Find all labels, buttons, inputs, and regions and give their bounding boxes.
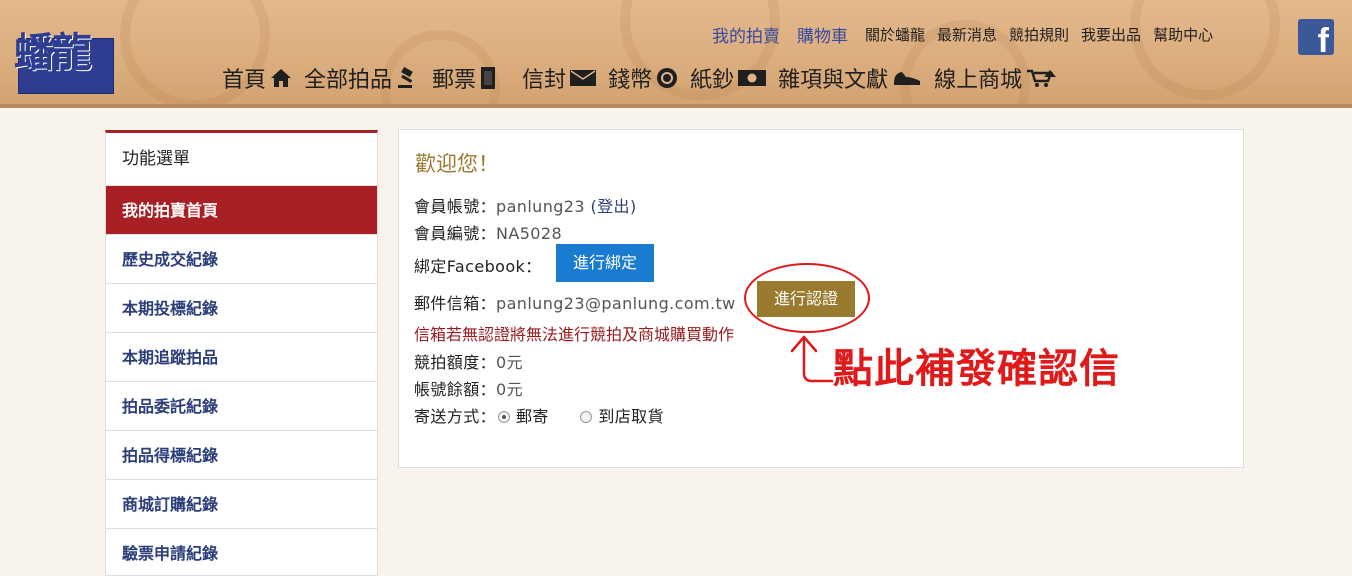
nav-all-lots-label: 全部拍品 (304, 68, 393, 93)
top-links: 我的拍賣 購物車 關於蟠龍 最新消息 競拍規則 我要出品 幫助中心 (712, 22, 1225, 47)
shipping-post-label[interactable]: 郵寄 (516, 407, 549, 426)
facebook-row: 綁定Facebook： (414, 253, 542, 277)
bid-quota-value: 0元 (496, 353, 523, 372)
nav-covers-label: 信封 (522, 68, 567, 93)
account-value: panlung23 (496, 197, 585, 216)
email-row: 郵件信箱：panlung23@panlung.com.tw (414, 290, 736, 314)
main-nav: 首頁 全部拍品 郵票 信封 錢幣 紙鈔 雜項與文獻 線上商城 (222, 62, 1068, 94)
annotation-text: 點此補發確認信 (833, 346, 1120, 392)
shipping-store-label[interactable]: 到店取貨 (598, 407, 664, 426)
rules-link[interactable]: 競拍規則 (1009, 24, 1069, 45)
cart-link[interactable]: 購物車 (797, 22, 848, 47)
nav-banknotes-label: 紙鈔 (690, 68, 735, 93)
nav-covers[interactable]: 信封 (522, 62, 597, 94)
menu-watched-lots[interactable]: 本期追蹤拍品 (106, 333, 377, 382)
facebook-icon[interactable]: f (1298, 19, 1334, 55)
menu-title: 功能選單 (106, 133, 377, 186)
nav-stamps-label: 郵票 (432, 68, 477, 93)
nav-misc[interactable]: 雜項與文獻 (778, 62, 922, 94)
menu-won-lots[interactable]: 拍品得標紀錄 (106, 431, 377, 480)
nav-banknotes[interactable]: 紙鈔 (690, 62, 767, 94)
logout-close-paren: ) (629, 197, 637, 216)
consign-link[interactable]: 我要出品 (1081, 24, 1141, 45)
shoe-icon (892, 69, 922, 87)
bind-facebook-button[interactable]: 進行綁定 (556, 244, 654, 282)
email-warning: 信箱若無認證將無法進行競拍及商城購買動作 (414, 325, 735, 344)
balance-row: 帳號餘額：0元 (414, 376, 523, 400)
welcome-heading: 歡迎您！ (415, 152, 499, 176)
shipping-label: 寄送方式： (414, 407, 497, 426)
balance-label: 帳號餘額： (414, 380, 497, 399)
account-label: 會員帳號： (414, 197, 497, 216)
menu-shop-orders[interactable]: 商城訂購紀錄 (106, 480, 377, 529)
site-header: 蟠龍 PAN-LUNG PHILATELIC 我的拍賣 購物車 關於蟠龍 最新消… (0, 0, 1352, 108)
shipping-store-radio[interactable] (580, 411, 593, 423)
help-link[interactable]: 幫助中心 (1153, 24, 1213, 45)
shipping-row: 寄送方式： 郵寄 到店取貨 (414, 403, 664, 427)
logout-link[interactable]: 登出 (597, 197, 630, 216)
envelope-icon (570, 70, 597, 86)
nav-coins[interactable]: 錢幣 (608, 62, 678, 94)
facebook-label: 綁定Facebook： (414, 257, 542, 276)
nav-coins-label: 錢幣 (608, 68, 653, 93)
menu-my-auction-home[interactable]: 我的拍賣首頁 (106, 186, 377, 235)
menu-current-bids[interactable]: 本期投標紀錄 (106, 284, 377, 333)
nav-shop[interactable]: 線上商城 (934, 62, 1057, 94)
bid-quota-row: 競拍額度：0元 (414, 349, 523, 373)
menu-expertise-requests[interactable]: 驗票申請紀錄 (106, 529, 377, 576)
email-value: panlung23@panlung.com.tw (496, 294, 736, 313)
banknote-icon (738, 70, 767, 86)
coin-icon (656, 67, 678, 89)
member-no-row: 會員編號：NA5028 (414, 220, 562, 244)
member-no-label: 會員編號： (414, 224, 497, 243)
logo-text: 蟠龍 (14, 29, 92, 76)
annotation-arrow-icon (790, 335, 834, 383)
news-link[interactable]: 最新消息 (937, 24, 997, 45)
nav-stamps[interactable]: 郵票 (432, 62, 496, 94)
function-menu: 功能選單 我的拍賣首頁 歷史成交紀錄 本期投標紀錄 本期追蹤拍品 拍品委託紀錄 … (105, 130, 378, 576)
nav-home[interactable]: 首頁 (222, 62, 292, 94)
bid-quota-label: 競拍額度： (414, 353, 497, 372)
logo-english-name: PAN-LUNG PHILATELIC (18, 84, 109, 93)
nav-all-lots[interactable]: 全部拍品 (304, 62, 420, 94)
shipping-post-radio[interactable] (498, 411, 511, 423)
cart-icon (1026, 68, 1057, 88)
email-label: 郵件信箱： (414, 294, 497, 313)
menu-history-deals[interactable]: 歷史成交紀錄 (106, 235, 377, 284)
my-auction-link[interactable]: 我的拍賣 (712, 22, 780, 47)
highlight-circle (744, 263, 870, 333)
stamp-icon (480, 66, 496, 90)
gavel-icon (396, 67, 420, 89)
account-row: 會員帳號：panlung23 (登出) (414, 193, 637, 217)
nav-misc-label: 雜項與文獻 (778, 68, 889, 93)
member-no-value: NA5028 (496, 224, 563, 243)
about-link[interactable]: 關於蟠龍 (865, 24, 925, 45)
nav-home-label: 首頁 (222, 68, 267, 93)
home-icon (270, 68, 292, 88)
balance-value: 0元 (496, 380, 523, 399)
menu-consignments[interactable]: 拍品委託紀錄 (106, 382, 377, 431)
nav-shop-label: 線上商城 (934, 68, 1023, 93)
